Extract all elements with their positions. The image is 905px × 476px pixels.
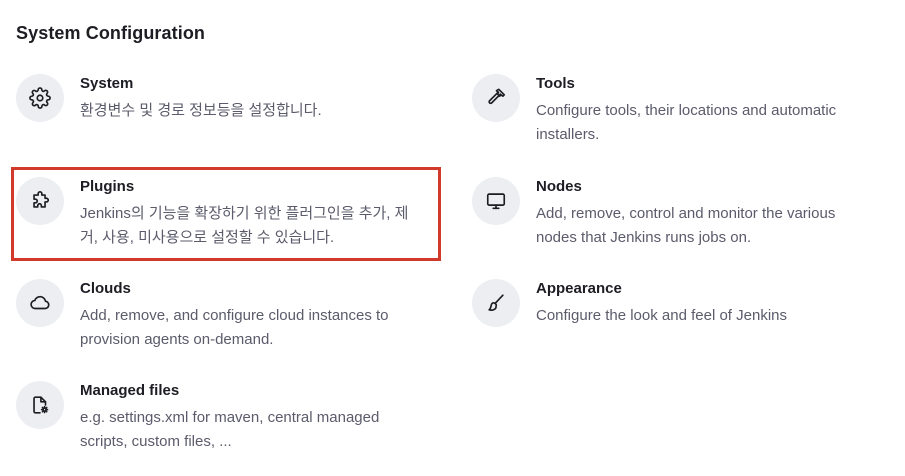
hammer-icon [472,74,520,122]
tools-description: Configure tools, their locations and aut… [536,102,837,143]
monitor-icon [472,177,520,225]
nodes-description: Add, remove, control and monitor the var… [536,205,836,246]
puzzle-icon [16,177,64,225]
clouds-title: Clouds [80,280,131,297]
plugins-config-item[interactable]: Plugins Jenkins의 기능을 확장하기 위한 플러그인을 추가, 제… [16,177,416,257]
appearance-title: Appearance [536,280,622,297]
plugins-title: Plugins [80,178,135,195]
managed-files-description: e.g. settings.xml for maven, central man… [80,409,380,450]
system-description: 환경변수 및 경로 정보등을 설정합니다. [80,102,322,119]
cloud-icon [16,279,64,327]
system-title: System [80,75,134,92]
system-config-item[interactable]: System 환경변수 및 경로 정보등을 설정합니다. [16,74,416,154]
managed-files-title: Managed files [80,382,180,399]
appearance-description: Configure the look and feel of Jenkins [536,307,787,324]
plugins-description: Jenkins의 기능을 확장하기 위한 플러그인을 추가, 제거, 사용, 미… [80,205,409,246]
tools-config-item[interactable]: Tools Configure tools, their locations a… [472,74,872,154]
paintbrush-icon [472,279,520,327]
clouds-config-item[interactable]: Clouds Add, remove, and configure cloud … [16,279,416,359]
page-title: System Configuration [16,23,206,43]
managed-files-config-item[interactable]: Managed files e.g. settings.xml for mave… [16,381,416,461]
gear-icon [16,74,64,122]
file-gear-icon [16,381,64,429]
nodes-title: Nodes [536,178,582,195]
tools-title: Tools [536,75,575,92]
clouds-description: Add, remove, and configure cloud instanc… [80,307,389,348]
nodes-config-item[interactable]: Nodes Add, remove, control and monitor t… [472,177,872,257]
appearance-config-item[interactable]: Appearance Configure the look and feel o… [472,279,872,359]
